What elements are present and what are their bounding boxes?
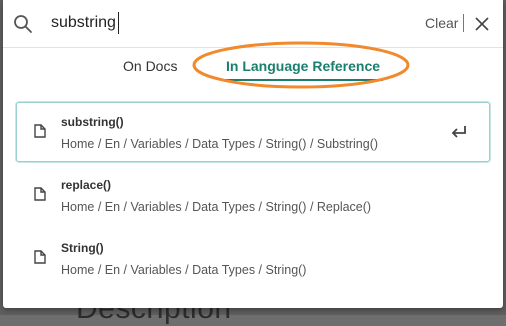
search-bar: Clear [3,0,503,48]
clear-close-divider [463,14,464,32]
result-title: String() [61,241,104,255]
result-breadcrumb: Home / En / Variables / Data Types / Str… [61,137,379,151]
tab-on-docs[interactable]: On Docs [123,58,177,74]
document-icon [34,187,46,201]
text-caret [118,12,119,34]
search-scope-tabs: On Docs In Language Reference [3,48,503,88]
document-icon [34,250,46,264]
result-breadcrumb: Home / En / Variables / Data Types / Str… [61,200,372,214]
document-icon [34,124,46,138]
search-input[interactable] [51,10,351,36]
close-icon[interactable] [475,17,489,31]
result-item-replace[interactable]: replace() Home / En / Variables / Data T… [16,165,490,225]
result-title: substring() [61,115,124,129]
search-icon [14,15,32,33]
result-item-substring[interactable]: substring() Home / En / Variables / Data… [16,102,490,162]
enter-return-icon [451,126,466,138]
result-item-string[interactable]: String() Home / En / Variables / Data Ty… [16,228,490,288]
result-title: replace() [61,178,112,192]
result-breadcrumb: Home / En / Variables / Data Types / Str… [61,263,307,277]
clear-button[interactable]: Clear [425,15,458,31]
active-tab-underline [221,79,383,81]
search-results-list: substring() Home / En / Variables / Data… [16,102,490,291]
tab-in-language-reference[interactable]: In Language Reference [226,58,380,74]
search-modal: Clear On Docs In Language Reference subs… [3,0,503,308]
